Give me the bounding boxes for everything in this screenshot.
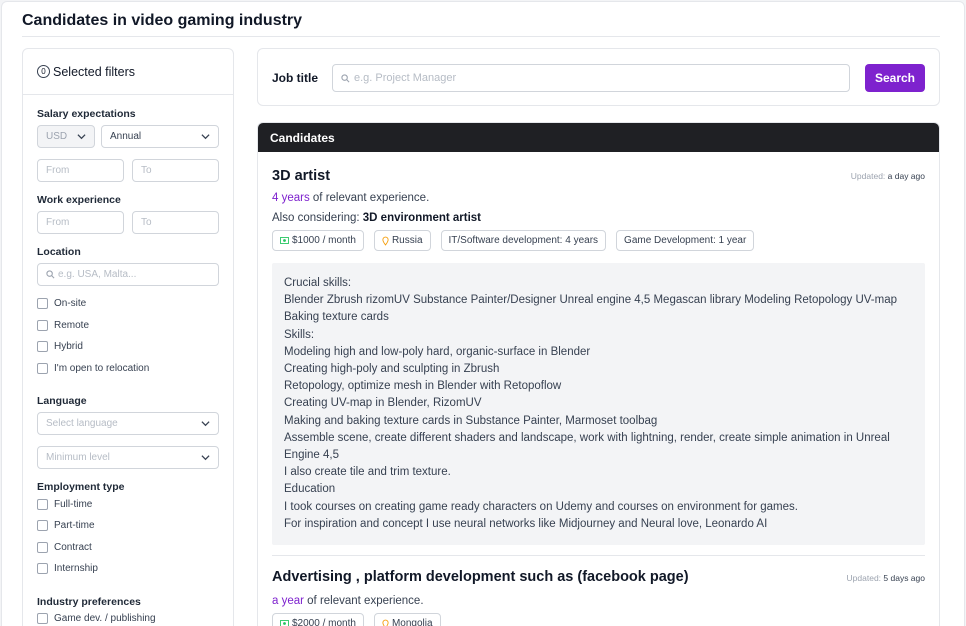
candidate-tags: $2000 / month Mongolia bbox=[272, 613, 441, 626]
experience-tag: IT/Software development: 4 years bbox=[440, 230, 607, 251]
filters-sidebar: 0 Selected filters Salary expectations U… bbox=[22, 48, 234, 626]
employment-option-contract[interactable]: Contract bbox=[37, 542, 92, 553]
updated-time: Updated: a day ago bbox=[850, 171, 925, 181]
checkbox[interactable] bbox=[37, 520, 48, 531]
chevron-down-icon bbox=[201, 419, 210, 428]
search-icon bbox=[46, 270, 55, 279]
location-option-onsite[interactable]: On-site bbox=[37, 298, 86, 309]
location-input[interactable]: e.g. USA, Malta... bbox=[37, 263, 219, 286]
candidate-description: Crucial skills: Blender Zbrush rizomUV S… bbox=[272, 263, 925, 546]
filters-count-badge: 0 bbox=[37, 65, 50, 78]
experience-tag: Game Development: 1 year bbox=[616, 230, 755, 251]
experience-to-input[interactable]: To bbox=[132, 211, 219, 234]
selected-filters-header[interactable]: 0 Selected filters bbox=[23, 49, 233, 95]
currency-value: USD bbox=[46, 131, 68, 142]
candidates-panel: Candidates 3D artist Updated: a day ago … bbox=[257, 122, 940, 626]
experience-summary: a year of relevant experience. bbox=[272, 595, 424, 607]
money-icon bbox=[280, 237, 289, 244]
location-option-hybrid[interactable]: Hybrid bbox=[37, 341, 83, 352]
checkbox[interactable] bbox=[37, 341, 48, 352]
candidate-card: 3D artist Updated: a day ago 4 years of … bbox=[272, 152, 925, 552]
employment-title: Employment type bbox=[37, 481, 125, 493]
location-tag: Russia bbox=[373, 230, 431, 251]
employment-option-parttime[interactable]: Part-time bbox=[37, 520, 95, 531]
employment-option-internship[interactable]: Internship bbox=[37, 563, 98, 574]
job-title-input[interactable]: e.g. Project Manager bbox=[332, 64, 850, 92]
industry-title: Industry preferences bbox=[37, 596, 141, 608]
search-icon bbox=[341, 73, 350, 83]
period-select[interactable]: Annual bbox=[101, 125, 219, 148]
checkbox[interactable] bbox=[37, 363, 48, 374]
selected-filters-label: Selected filters bbox=[53, 64, 135, 79]
candidates-header: Candidates bbox=[258, 123, 939, 152]
chevron-down-icon bbox=[77, 132, 86, 141]
salary-to-input[interactable]: To bbox=[132, 159, 219, 182]
location-option-relocation[interactable]: I'm open to relocation bbox=[37, 363, 149, 374]
location-pin-icon bbox=[382, 619, 389, 626]
money-icon bbox=[280, 620, 289, 626]
industry-option-gamedev[interactable]: Game dev. / publishing bbox=[37, 613, 156, 624]
title-divider bbox=[22, 36, 940, 37]
period-value: Annual bbox=[110, 131, 142, 142]
checkbox[interactable] bbox=[37, 542, 48, 553]
location-pin-icon bbox=[382, 236, 389, 246]
candidate-card: Advertising , platform development such … bbox=[272, 569, 925, 626]
checkbox[interactable] bbox=[37, 298, 48, 309]
salary-tag: $2000 / month bbox=[272, 613, 364, 626]
language-title: Language bbox=[37, 395, 87, 407]
job-search-bar: Job title e.g. Project Manager Search bbox=[257, 48, 940, 106]
experience-from-input[interactable]: From bbox=[37, 211, 124, 234]
chevron-down-icon bbox=[201, 132, 210, 141]
location-option-remote[interactable]: Remote bbox=[37, 320, 89, 331]
checkbox[interactable] bbox=[37, 563, 48, 574]
job-title-label: Job title bbox=[272, 71, 319, 85]
checkbox[interactable] bbox=[37, 320, 48, 331]
candidate-tags: $1000 / month Russia IT/Software develop… bbox=[272, 230, 755, 251]
card-divider bbox=[272, 555, 925, 556]
chevron-down-icon bbox=[201, 453, 210, 462]
location-title: Location bbox=[37, 246, 81, 258]
location-tag: Mongolia bbox=[373, 613, 441, 626]
experience-title: Work experience bbox=[37, 194, 121, 206]
language-level-select[interactable]: Minimum level bbox=[37, 446, 219, 469]
salary-from-input[interactable]: From bbox=[37, 159, 124, 182]
also-considering: Also considering: 3D environment artist bbox=[272, 212, 482, 224]
salary-tag: $1000 / month bbox=[272, 230, 364, 251]
salary-title: Salary expectations bbox=[37, 108, 136, 120]
page-title: Candidates in video gaming industry bbox=[22, 12, 303, 29]
checkbox[interactable] bbox=[37, 499, 48, 510]
currency-select[interactable]: USD bbox=[37, 125, 95, 148]
candidate-title[interactable]: 3D artist bbox=[272, 168, 330, 184]
candidate-title[interactable]: Advertising , platform development such … bbox=[272, 569, 689, 585]
employment-option-fulltime[interactable]: Full-time bbox=[37, 499, 92, 510]
search-button[interactable]: Search bbox=[865, 64, 925, 92]
checkbox[interactable] bbox=[37, 613, 48, 624]
language-select[interactable]: Select language bbox=[37, 412, 219, 435]
experience-summary: 4 years of relevant experience. bbox=[272, 192, 430, 204]
updated-time: Updated: 5 days ago bbox=[846, 573, 925, 583]
